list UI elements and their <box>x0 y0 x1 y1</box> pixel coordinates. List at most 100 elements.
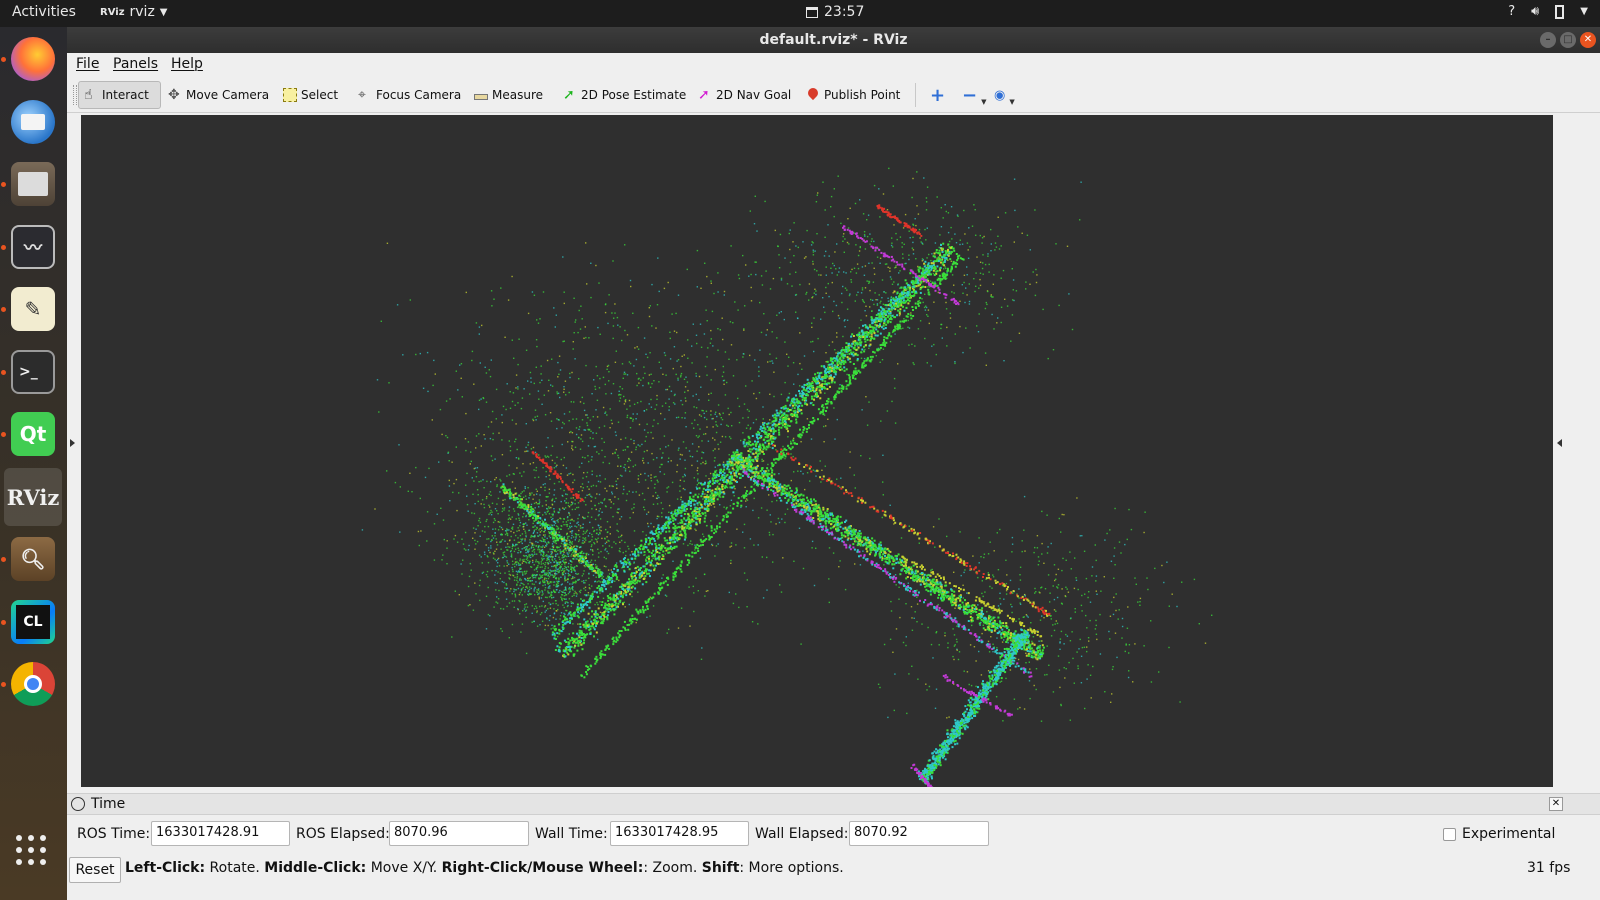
qt-creator-icon: Qt <box>11 412 55 456</box>
maximize-icon[interactable]: □ <box>1560 32 1576 48</box>
rviz-window: default.rviz* - RViz – □ ✕ File Panels H… <box>67 27 1600 900</box>
rviz-small-icon: RViz <box>100 6 125 18</box>
point-cloud-points <box>361 167 1213 787</box>
menu-bar: File Panels Help <box>67 53 1600 77</box>
measure-tool-button[interactable]: Measure <box>469 81 548 109</box>
window-title: default.rviz* - RViz <box>759 32 908 48</box>
experimental-label: Experimental <box>1462 826 1556 842</box>
dock-text-editor[interactable]: ✎ <box>1 280 62 338</box>
collapse-left-panel-arrow-icon[interactable] <box>70 439 75 447</box>
selection-box-icon <box>283 88 297 102</box>
ros-elapsed-label: ROS Elapsed: <box>296 826 390 842</box>
system-monitor-icon: 〰 <box>11 225 55 269</box>
dock-clion[interactable]: CL <box>1 593 62 651</box>
running-indicator <box>1 245 6 250</box>
files-icon <box>11 162 55 206</box>
collapse-right-panel-arrow-icon[interactable] <box>1557 439 1562 447</box>
ros-elapsed-field[interactable]: 8070.96 <box>389 821 529 846</box>
dock-thunderbird[interactable] <box>4 93 62 151</box>
select-tool-button[interactable]: Select <box>278 81 343 109</box>
text-editor-icon: ✎ <box>11 287 55 331</box>
hand-pointer-icon: ☝ <box>84 87 93 103</box>
add-tool-plus-icon[interactable]: + <box>925 81 950 109</box>
chrome-icon <box>11 662 55 706</box>
mouse-help-text: Left-Click: Rotate. Middle-Click: Move X… <box>125 860 844 876</box>
move-arrows-icon: ✥ <box>168 87 180 103</box>
wall-time-label: Wall Time: <box>535 826 608 842</box>
dock-system-monitor[interactable]: 〰 <box>1 218 62 276</box>
window-titlebar[interactable]: default.rviz* - RViz – □ ✕ <box>67 27 1600 53</box>
clock-icon <box>71 797 85 811</box>
focus-camera-tool-button[interactable]: ⌖ Focus Camera <box>353 81 466 109</box>
fps-counter: 31 fps <box>1527 860 1571 876</box>
map-pin-icon <box>805 85 821 101</box>
clion-icon: CL <box>11 600 55 644</box>
interact-tool-button[interactable]: ☝ Interact <box>78 81 161 109</box>
minimize-icon[interactable]: – <box>1540 32 1556 48</box>
ros-time-field[interactable]: 1633017428.91 <box>151 821 290 846</box>
calendar-icon <box>806 6 818 18</box>
reset-button[interactable]: Reset <box>69 857 121 883</box>
toolbar-separator <box>915 83 916 107</box>
experimental-checkbox[interactable] <box>1443 828 1456 841</box>
running-indicator <box>1 182 6 187</box>
running-indicator <box>1 682 6 687</box>
dock-terminal[interactable]: >_ <box>1 343 62 401</box>
3d-render-viewport[interactable] <box>81 115 1553 787</box>
app-menu-label: rviz <box>129 4 155 20</box>
dock-document-viewer[interactable]: 🔍︎ <box>1 530 62 588</box>
terminal-icon: >_ <box>11 350 55 394</box>
status-bar: Reset Left-Click: Rotate. Middle-Click: … <box>67 853 1600 900</box>
battery-icon[interactable] <box>1555 5 1565 19</box>
show-applications-grid-icon[interactable] <box>16 835 50 869</box>
crosshair-icon: ⌖ <box>358 87 366 103</box>
point-cloud-map <box>361 167 1213 787</box>
running-indicator <box>1 370 6 375</box>
thunderbird-icon <box>11 100 55 144</box>
remove-tool-minus-icon[interactable]: − ▼ <box>957 81 991 109</box>
close-panel-icon[interactable]: ✕ <box>1549 797 1563 811</box>
clock[interactable]: 23:57 <box>806 4 864 20</box>
close-icon[interactable]: ✕ <box>1580 32 1596 48</box>
time-panel-fields: ROS Time: 1633017428.91 ROS Elapsed: 807… <box>67 817 1600 851</box>
magenta-arrow-icon: ➚ <box>698 87 710 103</box>
volume-icon[interactable]: 🔊︎ <box>1531 4 1539 19</box>
2d-pose-estimate-tool-button[interactable]: ➚ 2D Pose Estimate <box>558 81 691 109</box>
clock-time: 23:57 <box>824 4 865 20</box>
activities-button[interactable]: Activities <box>12 4 76 20</box>
wall-time-field[interactable]: 1633017428.95 <box>610 821 749 846</box>
menu-file[interactable]: File <box>76 56 99 72</box>
running-indicator <box>1 620 6 625</box>
ruler-icon <box>474 94 488 100</box>
2d-nav-goal-tool-button[interactable]: ➚ 2D Nav Goal <box>693 81 796 109</box>
rviz-icon: RViz <box>6 484 60 510</box>
running-indicator <box>1 557 6 562</box>
document-viewer-icon: 🔍︎ <box>11 537 55 581</box>
tool-toolbar: ☝ Interact ✥ Move Camera Select ⌖ Focus … <box>67 77 1600 113</box>
running-indicator <box>1 57 6 62</box>
system-menu-chevron-icon[interactable]: ▼ <box>1580 6 1588 19</box>
system-tray[interactable]: ? 🔊︎ ▼ <box>1508 4 1588 19</box>
app-menu[interactable]: RViz rviz ▼ <box>100 4 168 20</box>
dock: 〰 ✎ >_ Qt RViz 🔍︎ CL <box>0 27 67 900</box>
ros-time-label: ROS Time: <box>77 826 151 842</box>
menu-help[interactable]: Help <box>171 56 203 72</box>
dock-firefox[interactable] <box>1 30 62 88</box>
dock-qt-creator[interactable]: Qt <box>1 405 62 463</box>
running-indicator <box>1 432 6 437</box>
firefox-icon <box>11 37 55 81</box>
publish-point-tool-button[interactable]: Publish Point <box>801 81 905 109</box>
wall-elapsed-field[interactable]: 8070.92 <box>849 821 989 846</box>
wall-elapsed-label: Wall Elapsed: <box>755 826 849 842</box>
menu-panels[interactable]: Panels <box>113 56 158 72</box>
move-camera-tool-button[interactable]: ✥ Move Camera <box>163 81 274 109</box>
dock-rviz[interactable]: RViz <box>4 468 62 526</box>
toolbar-grip[interactable] <box>73 85 77 105</box>
gnome-top-bar: Activities RViz rviz ▼ 23:57 ? 🔊︎ ▼ <box>0 0 1600 27</box>
dock-files[interactable] <box>1 155 62 213</box>
green-arrow-icon: ➚ <box>563 87 575 103</box>
tool-properties-eye-icon[interactable]: ◉ ▼ <box>989 81 1020 109</box>
help-icon[interactable]: ? <box>1508 4 1515 19</box>
dock-chrome[interactable] <box>1 655 62 713</box>
time-panel-title: Time <box>91 796 126 812</box>
